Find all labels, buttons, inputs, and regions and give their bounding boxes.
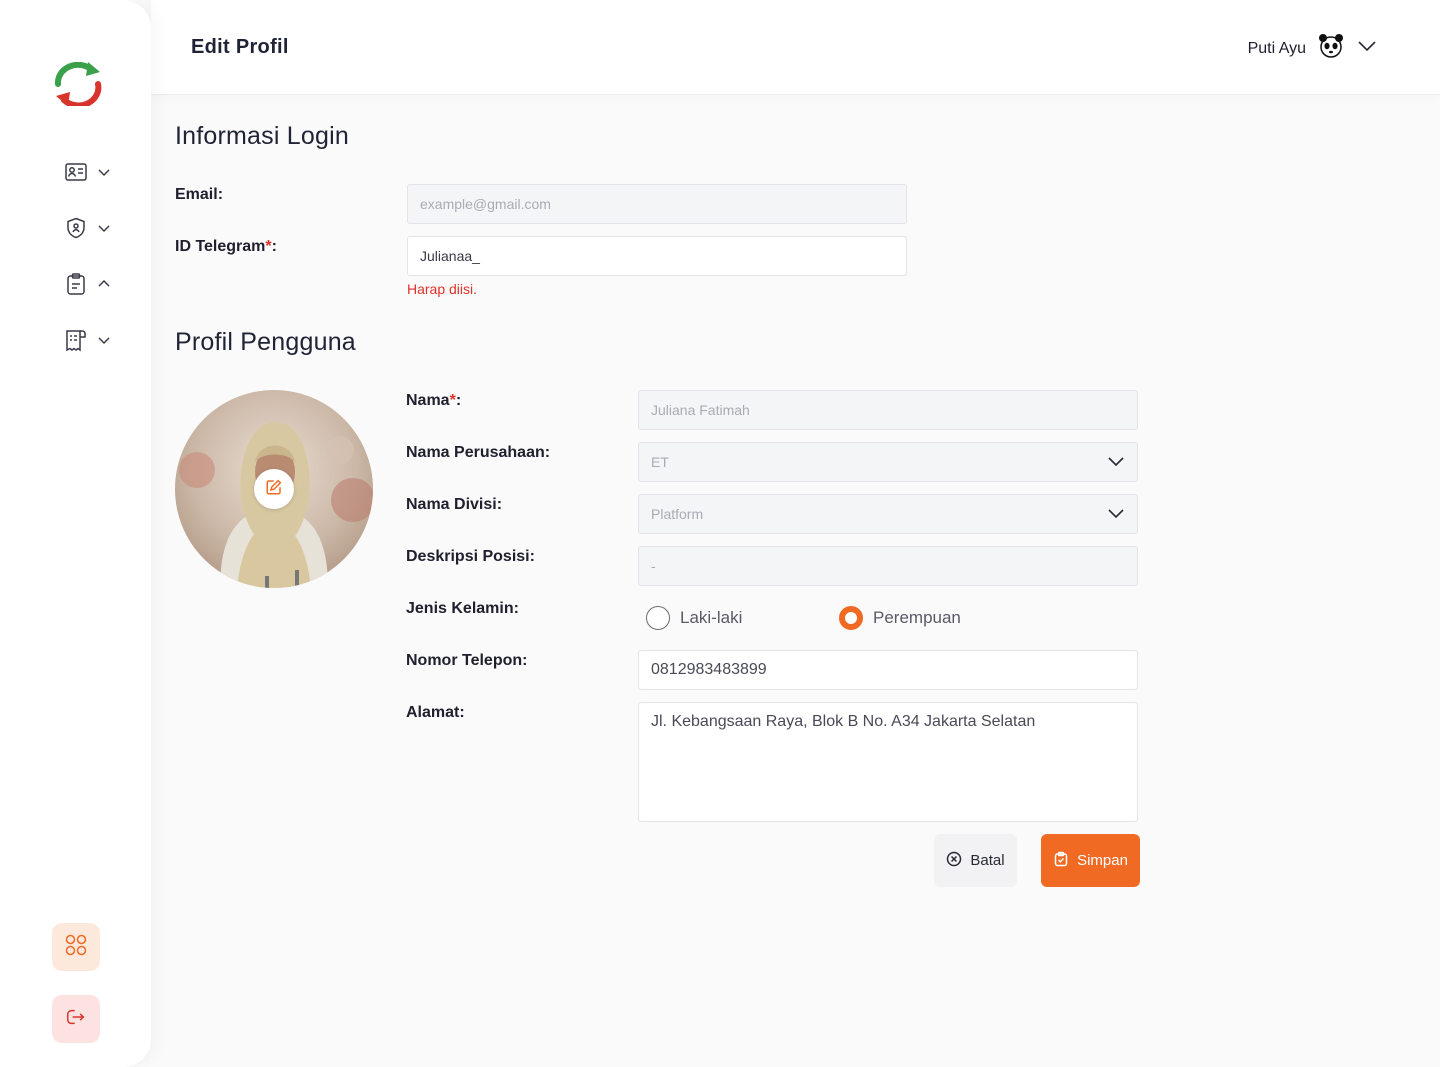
panda-avatar-icon	[1318, 33, 1344, 64]
name-field[interactable]: Juliana Fatimah	[638, 390, 1138, 430]
telegram-value: Julianaa_	[420, 248, 480, 264]
edit-pencil-icon	[265, 478, 283, 501]
logout-button[interactable]	[52, 995, 100, 1043]
app-logo[interactable]	[52, 61, 104, 109]
shield-user-icon	[64, 216, 88, 240]
top-header: Edit Profil Puti Ayu	[151, 0, 1440, 95]
id-card-icon	[64, 160, 88, 184]
address-textarea[interactable]: Jl. Kebangsaan Raya, Blok B No. A34 Jaka…	[638, 702, 1138, 822]
clipboard-icon	[64, 272, 88, 296]
sidebar-item-tasks[interactable]	[64, 272, 112, 296]
logout-icon	[65, 1006, 87, 1033]
apps-grid-icon	[64, 933, 88, 962]
telegram-error-text: Harap diisi.	[407, 281, 478, 297]
chevron-down-icon	[96, 220, 112, 236]
radio-unchecked[interactable]	[646, 606, 670, 630]
cancel-button[interactable]: Batal	[934, 834, 1017, 887]
chevron-up-icon	[96, 276, 112, 292]
sidebar-item-security[interactable]	[64, 216, 112, 240]
position-label: Deskripsi Posisi:	[406, 548, 535, 565]
user-menu[interactable]: Puti Ayu	[1248, 33, 1378, 64]
telegram-field[interactable]: Julianaa_	[407, 236, 907, 276]
email-label: Email:	[175, 186, 224, 203]
section-title-profile: Profil Pengguna	[175, 328, 356, 356]
gender-radio-group: Laki-laki Perempuan	[646, 606, 961, 630]
chevron-down-icon	[96, 164, 112, 180]
gender-option-label: Perempuan	[873, 608, 961, 627]
chevron-down-icon	[1356, 35, 1378, 62]
close-circle-icon	[946, 851, 962, 871]
company-label: Nama Perusahaan:	[406, 444, 551, 461]
apps-button[interactable]	[52, 923, 100, 971]
gender-option-female[interactable]: Perempuan	[839, 606, 961, 630]
chevron-down-icon	[96, 332, 112, 348]
section-title-login: Informasi Login	[175, 122, 349, 150]
email-field[interactable]: example@gmail.com	[407, 184, 907, 224]
division-label: Nama Divisi:	[406, 496, 503, 513]
division-select[interactable]: Platform	[638, 494, 1138, 534]
company-select[interactable]: ET	[638, 442, 1138, 482]
phone-field[interactable]: 0812983483899	[638, 650, 1138, 690]
address-value: Jl. Kebangsaan Raya, Blok B No. A34 Jaka…	[651, 713, 1036, 730]
radio-checked[interactable]	[839, 606, 863, 630]
email-placeholder: example@gmail.com	[420, 196, 551, 212]
division-value: Platform	[651, 506, 704, 522]
user-name: Puti Ayu	[1247, 39, 1306, 57]
name-label: Nama*:	[406, 392, 462, 409]
receipt-icon	[64, 328, 88, 352]
chevron-down-icon	[1107, 452, 1125, 473]
sidebar-item-profile[interactable]	[64, 160, 112, 184]
phone-value: 0812983483899	[651, 661, 767, 678]
sidebar	[0, 0, 151, 1067]
gender-option-label: Laki-laki	[680, 608, 743, 627]
save-button[interactable]: Simpan	[1041, 834, 1140, 887]
gender-label: Jenis Kelamin:	[406, 600, 519, 617]
cancel-label: Batal	[970, 852, 1005, 869]
page-title: Edit Profil	[191, 36, 289, 58]
clipboard-check-icon	[1053, 851, 1069, 871]
gender-option-male[interactable]: Laki-laki	[646, 606, 839, 630]
save-label: Simpan	[1077, 852, 1128, 869]
name-value: Juliana Fatimah	[651, 402, 750, 418]
telegram-label: ID Telegram*:	[175, 238, 277, 255]
phone-label: Nomor Telepon:	[406, 652, 528, 669]
chevron-down-icon	[1107, 504, 1125, 525]
company-value: ET	[651, 454, 669, 470]
edit-photo-button[interactable]	[254, 469, 294, 509]
position-value: -	[651, 558, 656, 574]
sidebar-item-billing[interactable]	[64, 328, 112, 352]
address-label: Alamat:	[406, 704, 465, 721]
position-field[interactable]: -	[638, 546, 1138, 586]
